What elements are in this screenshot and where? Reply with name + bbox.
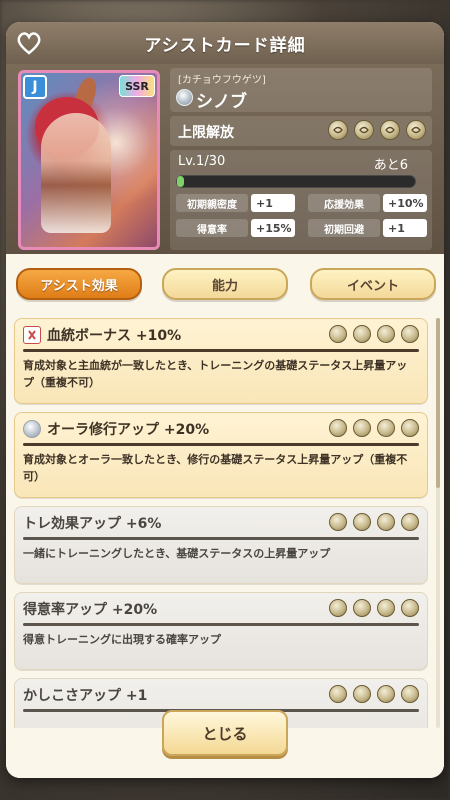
aura-icon [176,89,193,106]
card-name-row: [カチョウフウゲツ] シノブ [170,68,432,112]
stat-label: 初期回避 [308,219,380,237]
effect-coin-icon [353,513,371,531]
scrollbar[interactable] [436,318,440,728]
effect-coin-icon [401,419,419,437]
stat-value: +15% [251,219,295,237]
level-progress-fill [177,176,185,187]
effect-item[interactable]: オーラ修行アップ +20% 育成対象とオーラ一致したとき、修行の基礎ステータス上… [14,412,428,498]
effect-divider [23,537,419,540]
modal-header: アシストカード詳細 [6,22,444,64]
effect-head: オーラ修行アップ +20% [23,419,209,439]
effect-coin-icon [377,325,395,343]
effect-coins [329,419,419,437]
assist-card-detail-modal: アシストカード詳細 J SSR [カチョウフウゲツ] シノブ 上限解放 Lv.1… [6,22,444,778]
effect-coins [329,685,419,703]
stat-value: +1 [251,194,295,212]
effect-item[interactable]: 得意率アップ +20% 得意トレーニングに出現する確率アップ [14,592,428,670]
effect-divider [23,349,419,352]
effect-coins [329,599,419,617]
effect-title: 得意率アップ +20% [23,602,158,618]
effect-coin-icon [353,685,371,703]
effect-divider [23,623,419,626]
rarity-badge: SSR [119,75,155,97]
close-button[interactable]: とじる [162,710,288,756]
effect-head: かしこさアップ +1 [23,685,147,705]
effect-description: 育成対象と主血統が一致したとき、トレーニングの基礎ステータス上昇量アップ（重複不… [23,359,408,389]
effect-coin-icon [401,685,419,703]
tab-event[interactable]: イベント [310,268,436,300]
effect-coin-icon [329,419,347,437]
effect-coin-icon [377,599,395,617]
assist-effect-list[interactable]: 血統ボーナス +10% 育成対象と主血統が一致したとき、トレーニングの基礎ステー… [14,318,434,728]
stat-initial-evasion: 初期回避 +1 [308,219,427,237]
effect-coin-icon [353,419,371,437]
limit-break-coin-icon [354,120,374,140]
effect-coin-icon [401,325,419,343]
effect-coin-icon [353,599,371,617]
level-remaining: あと6 [373,158,408,173]
effect-coin-icon [401,513,419,531]
level-text: Lv.1/30 [178,154,226,169]
card-info-panel: J SSR [カチョウフウゲツ] シノブ 上限解放 Lv.1/30 あと6 初期… [6,64,444,254]
effect-coin-icon [377,685,395,703]
effect-coin-icon [401,599,419,617]
level-stats-row: Lv.1/30 あと6 初期親密度 +1 応援効果 +10% 得意率 +15% … [170,150,432,250]
card-type-badge: J [23,75,47,99]
card-artwork[interactable]: J SSR [18,70,160,250]
card-epithet: [カチョウフウゲツ] [178,75,266,86]
level-progress-bar [176,175,416,188]
effect-title: 血統ボーナス +10% [47,328,182,344]
stat-support-effect: 応援効果 +10% [308,194,427,212]
stat-value: +10% [383,194,427,212]
effect-coins [329,325,419,343]
stat-label: 得意率 [176,219,248,237]
detail-tabs: アシスト効果 能力 イベント [14,268,436,302]
stat-initial-affinity: 初期親密度 +1 [176,194,295,212]
effect-coin-icon [329,599,347,617]
effect-coin-icon [377,513,395,531]
tab-assist-effect[interactable]: アシスト効果 [16,268,142,300]
effect-coin-icon [329,325,347,343]
effect-item[interactable]: トレ効果アップ +6% 一緒にトレーニングしたとき、基礎ステータスの上昇量アップ [14,506,428,584]
effect-coin-icon [353,325,371,343]
stat-specialty-rate: 得意率 +15% [176,219,295,237]
effect-coins [329,513,419,531]
scrollbar-thumb[interactable] [436,318,440,488]
stat-label: 応援効果 [308,194,380,212]
effect-coin-icon [329,513,347,531]
effect-divider [23,443,419,446]
effect-head: 得意率アップ +20% [23,599,157,619]
limit-break-coin-icon [328,120,348,140]
aura-icon [23,420,41,438]
limit-break-coins [328,120,426,140]
bloodline-icon [23,326,41,344]
effect-title: オーラ修行アップ +20% [47,422,210,438]
effect-description: 育成対象とオーラ一致したとき、修行の基礎ステータス上昇量アップ（重複不可） [23,453,408,483]
tab-ability[interactable]: 能力 [162,268,288,300]
limit-break-coin-icon [406,120,426,140]
character-name: シノブ [196,92,247,112]
effect-coin-icon [329,685,347,703]
modal-title: アシストカード詳細 [144,35,306,56]
character-figure [41,113,111,233]
favorite-heart-icon[interactable] [14,28,44,58]
effect-description: 一緒にトレーニングしたとき、基礎ステータスの上昇量アップ [23,547,331,560]
effect-description: 得意トレーニングに出現する確率アップ [23,633,221,646]
effect-title: かしこさアップ +1 [23,688,148,704]
limit-break-coin-icon [380,120,400,140]
effect-head: 血統ボーナス +10% [23,325,181,345]
effect-item[interactable]: 血統ボーナス +10% 育成対象と主血統が一致したとき、トレーニングの基礎ステー… [14,318,428,404]
stat-value: +1 [383,219,427,237]
effect-head: トレ効果アップ +6% [23,513,161,533]
effect-title: トレ効果アップ +6% [23,516,162,532]
limit-break-row: 上限解放 [170,116,432,146]
stat-label: 初期親密度 [176,194,248,212]
effect-coin-icon [377,419,395,437]
limit-break-label: 上限解放 [178,125,234,141]
